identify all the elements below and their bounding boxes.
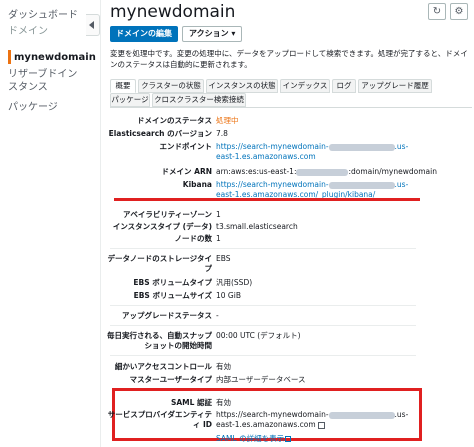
settings-button[interactable]: ⚙ xyxy=(450,3,468,20)
endpoint-label: エンドポイント xyxy=(159,142,213,151)
ebs-volume-size-label: EBS ボリュームサイズ xyxy=(133,291,212,300)
instance-type-label: インスタンスタイプ (データ) xyxy=(112,222,212,231)
sp-entity-id-label: サービスプロバイダエンティティ ID xyxy=(107,410,212,429)
master-user-type-value: 内部ユーザーデータベース xyxy=(216,375,306,384)
refresh-icon: ↻ xyxy=(432,6,442,17)
gear-icon: ⚙ xyxy=(454,6,464,17)
sidebar-item-domains[interactable]: ドメイン xyxy=(8,22,48,37)
sidebar-collapse-button[interactable] xyxy=(86,14,100,36)
tab-instance-health[interactable]: インスタンスの状態 xyxy=(206,79,278,93)
section-divider xyxy=(110,248,416,249)
refresh-button[interactable]: ↻ xyxy=(428,3,446,20)
section-divider xyxy=(110,355,416,356)
fgac-value: 有効 xyxy=(216,362,231,371)
kibana-prefix: https://search-mynewdomain- xyxy=(216,180,329,189)
upgrade-status-value: - xyxy=(216,311,219,320)
sp-entity-prefix: https://search-mynewdomain- xyxy=(216,410,329,419)
ebs-volume-type-value: 汎用(SSD) xyxy=(216,278,253,287)
copy-icon[interactable] xyxy=(317,421,325,429)
sp-entity-id-value: https://search-mynewdomain- .us-east-1.es… xyxy=(216,410,412,430)
page-title: mynewdomain xyxy=(110,2,236,22)
instance-type-value: t3.small.elasticsearch xyxy=(216,222,298,231)
az-label: アベイラビリティーゾーン xyxy=(122,210,212,219)
section-divider xyxy=(110,305,416,306)
storage-type-value: EBS xyxy=(216,254,231,263)
arn-prefix: arn:aws:es:us-east-1: xyxy=(216,167,297,176)
endpoint-link[interactable]: https://search-mynewdomain- .us-east-1.es… xyxy=(216,142,412,162)
sidebar: ダッシュボード ドメイン mynewdomain リザーブドインスタンス パッケ… xyxy=(0,0,96,447)
saml-details-label: SAML の詳細を表示 xyxy=(216,434,285,443)
saml-details-link[interactable]: SAML の詳細を表示 xyxy=(216,434,292,444)
redacted-account-id xyxy=(296,168,349,176)
section-divider xyxy=(110,325,416,326)
es-version-value: 7.8 xyxy=(216,129,228,138)
sidebar-item-reserved-instances[interactable]: リザーブドインスタンス xyxy=(8,68,84,94)
kibana-link[interactable]: https://search-mynewdomain- .us-east-1.es… xyxy=(216,180,412,200)
master-user-type-label: マスターユーザータイプ xyxy=(129,375,212,384)
tab-cluster-health[interactable]: クラスターの状態 xyxy=(138,79,204,93)
ebs-volume-type-label: EBS ボリュームタイプ xyxy=(133,278,212,287)
sidebar-item-dashboard[interactable]: ダッシュボード xyxy=(8,6,78,21)
sidebar-divider xyxy=(100,0,101,447)
arn-suffix: :domain/mynewdomain xyxy=(348,167,437,176)
domain-arn-value: arn:aws:es:us-east-1: :domain/mynewdomain xyxy=(216,167,437,177)
external-link-icon xyxy=(285,436,292,442)
tab-packages[interactable]: パッケージ xyxy=(110,93,150,107)
actions-dropdown[interactable]: アクション ▾ xyxy=(182,26,243,42)
sidebar-active-indicator xyxy=(8,50,11,64)
upgrade-status-label: アップグレードステータス xyxy=(122,311,212,320)
node-count-label: ノードの数 xyxy=(174,234,213,243)
ebs-volume-size-value: 10 GiB xyxy=(216,291,241,300)
fgac-label: 細かいアクセスコントロール xyxy=(114,362,212,371)
redacted-id xyxy=(328,143,395,151)
tab-logs[interactable]: ログ xyxy=(332,79,356,93)
tab-overview[interactable]: 概要 xyxy=(110,79,136,93)
saml-auth-value: 有効 xyxy=(216,398,231,407)
domain-status-label: ドメインのステータス xyxy=(137,116,212,125)
saml-auth-label: SAML 認証 xyxy=(170,398,212,407)
domain-status-value: 処理中 xyxy=(216,116,239,125)
node-count-value: 1 xyxy=(216,234,221,243)
redacted-id xyxy=(328,181,395,189)
tab-upgrade-history[interactable]: アップグレード履歴 xyxy=(358,79,432,93)
endpoint-prefix: https://search-mynewdomain- xyxy=(216,142,329,151)
storage-type-label: データノードのストレージタイプ xyxy=(107,254,212,273)
domain-arn-label: ドメイン ARN xyxy=(161,167,212,176)
edit-domain-button[interactable]: ドメインの編集 xyxy=(110,26,178,42)
main-content: mynewdomain ↻ ⚙ ドメインの編集 アクション ▾ 変更を処理中です… xyxy=(107,0,474,447)
tab-cross-cluster-search[interactable]: クロスクラスター検索接続 xyxy=(152,93,246,107)
sidebar-item-packages[interactable]: パッケージ xyxy=(8,98,58,113)
sidebar-item-mynewdomain[interactable]: mynewdomain xyxy=(14,52,96,63)
redacted-id xyxy=(328,411,395,419)
es-version-label: Elasticsearch のバージョン xyxy=(108,129,212,138)
kibana-label: Kibana xyxy=(182,180,212,189)
snapshot-time-label: 毎日実行される、自動スナップショットの開始時間 xyxy=(107,331,212,350)
kibana-highlight xyxy=(114,198,420,201)
snapshot-time-value: 00:00 UTC (デフォルト) xyxy=(216,331,301,340)
processing-info-text: 変更を処理中です。変更の処理中に、データをアップロードして検索できます。処理が完… xyxy=(110,49,468,69)
az-value: 1 xyxy=(216,210,221,219)
tab-indices[interactable]: インデックス xyxy=(280,79,330,93)
chevron-left-icon xyxy=(89,21,94,29)
